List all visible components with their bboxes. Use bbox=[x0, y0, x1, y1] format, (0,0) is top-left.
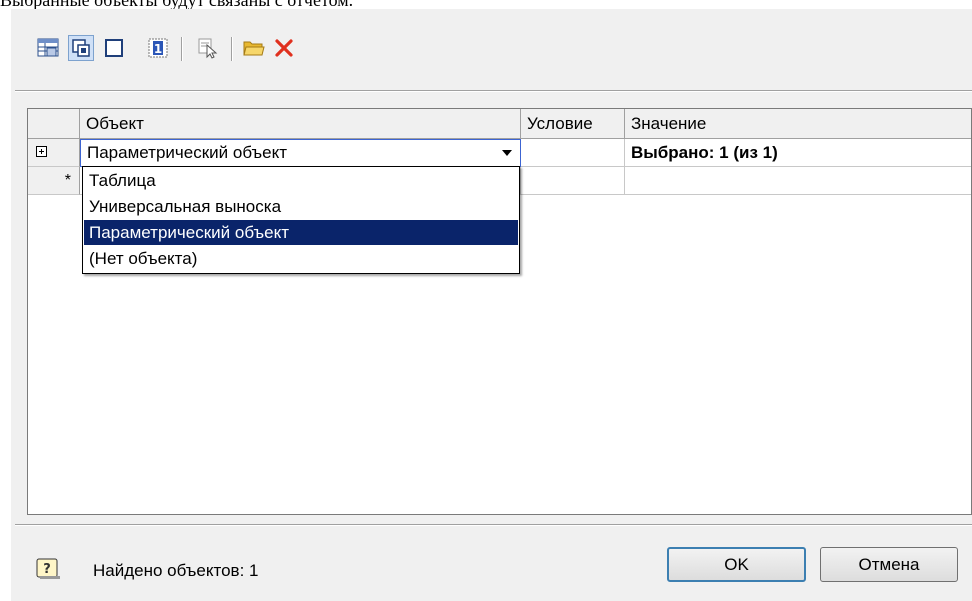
footer-divider bbox=[15, 524, 972, 526]
object-type-dropdown: Таблица Универсальная выноска Параметрич… bbox=[82, 166, 520, 274]
toolbar-separator bbox=[231, 37, 233, 61]
new-row-condition-cell[interactable] bbox=[521, 167, 625, 195]
help-icon[interactable]: ? bbox=[35, 557, 61, 586]
new-row-value-cell[interactable] bbox=[625, 167, 971, 195]
dropdown-option-universal-callout[interactable]: Универсальная выноска bbox=[84, 194, 518, 219]
rectangle-icon[interactable] bbox=[101, 35, 127, 61]
parametric-object-icon[interactable] bbox=[68, 35, 94, 61]
found-objects-count: Найдено объектов: 1 bbox=[93, 561, 259, 580]
toolbar-divider bbox=[15, 90, 972, 92]
cancel-button[interactable]: Отмена bbox=[820, 547, 958, 582]
value-cell[interactable]: Выбрано: 1 (из 1) bbox=[625, 139, 971, 167]
dropdown-option-table[interactable]: Таблица bbox=[84, 168, 518, 193]
new-row-marker: * bbox=[64, 172, 71, 189]
column-header-object[interactable]: Объект bbox=[80, 109, 521, 139]
object-type-combobox[interactable]: Параметрический объект bbox=[80, 139, 521, 167]
column-header-value[interactable]: Значение bbox=[625, 109, 971, 139]
object-selection-dialog: 1 Объект Условие Значение Параметрически… bbox=[11, 9, 972, 601]
combobox-value: Параметрический объект bbox=[87, 143, 287, 162]
condition-cell[interactable] bbox=[521, 139, 625, 167]
select-object-icon[interactable] bbox=[195, 35, 221, 61]
table-icon[interactable] bbox=[35, 35, 61, 61]
expand-icon[interactable] bbox=[36, 146, 47, 157]
toolbar-separator bbox=[181, 37, 183, 61]
number-one-icon[interactable]: 1 bbox=[145, 35, 171, 61]
svg-text:?: ? bbox=[43, 562, 51, 577]
row-header[interactable] bbox=[28, 139, 80, 167]
dropdown-option-parametric-object[interactable]: Параметрический объект bbox=[84, 220, 518, 245]
grid-corner-header bbox=[28, 109, 80, 139]
svg-text:1: 1 bbox=[154, 42, 162, 56]
column-header-condition[interactable]: Условие bbox=[521, 109, 625, 139]
new-row-header[interactable]: * bbox=[28, 167, 80, 195]
delete-icon[interactable] bbox=[271, 35, 297, 61]
objects-grid: Объект Условие Значение Параметрический … bbox=[27, 108, 972, 515]
dropdown-arrow-icon[interactable] bbox=[495, 141, 519, 165]
dropdown-option-no-object[interactable]: (Нет объекта) bbox=[84, 246, 518, 271]
ok-button[interactable]: OK bbox=[667, 547, 806, 582]
open-folder-icon[interactable] bbox=[241, 35, 267, 61]
